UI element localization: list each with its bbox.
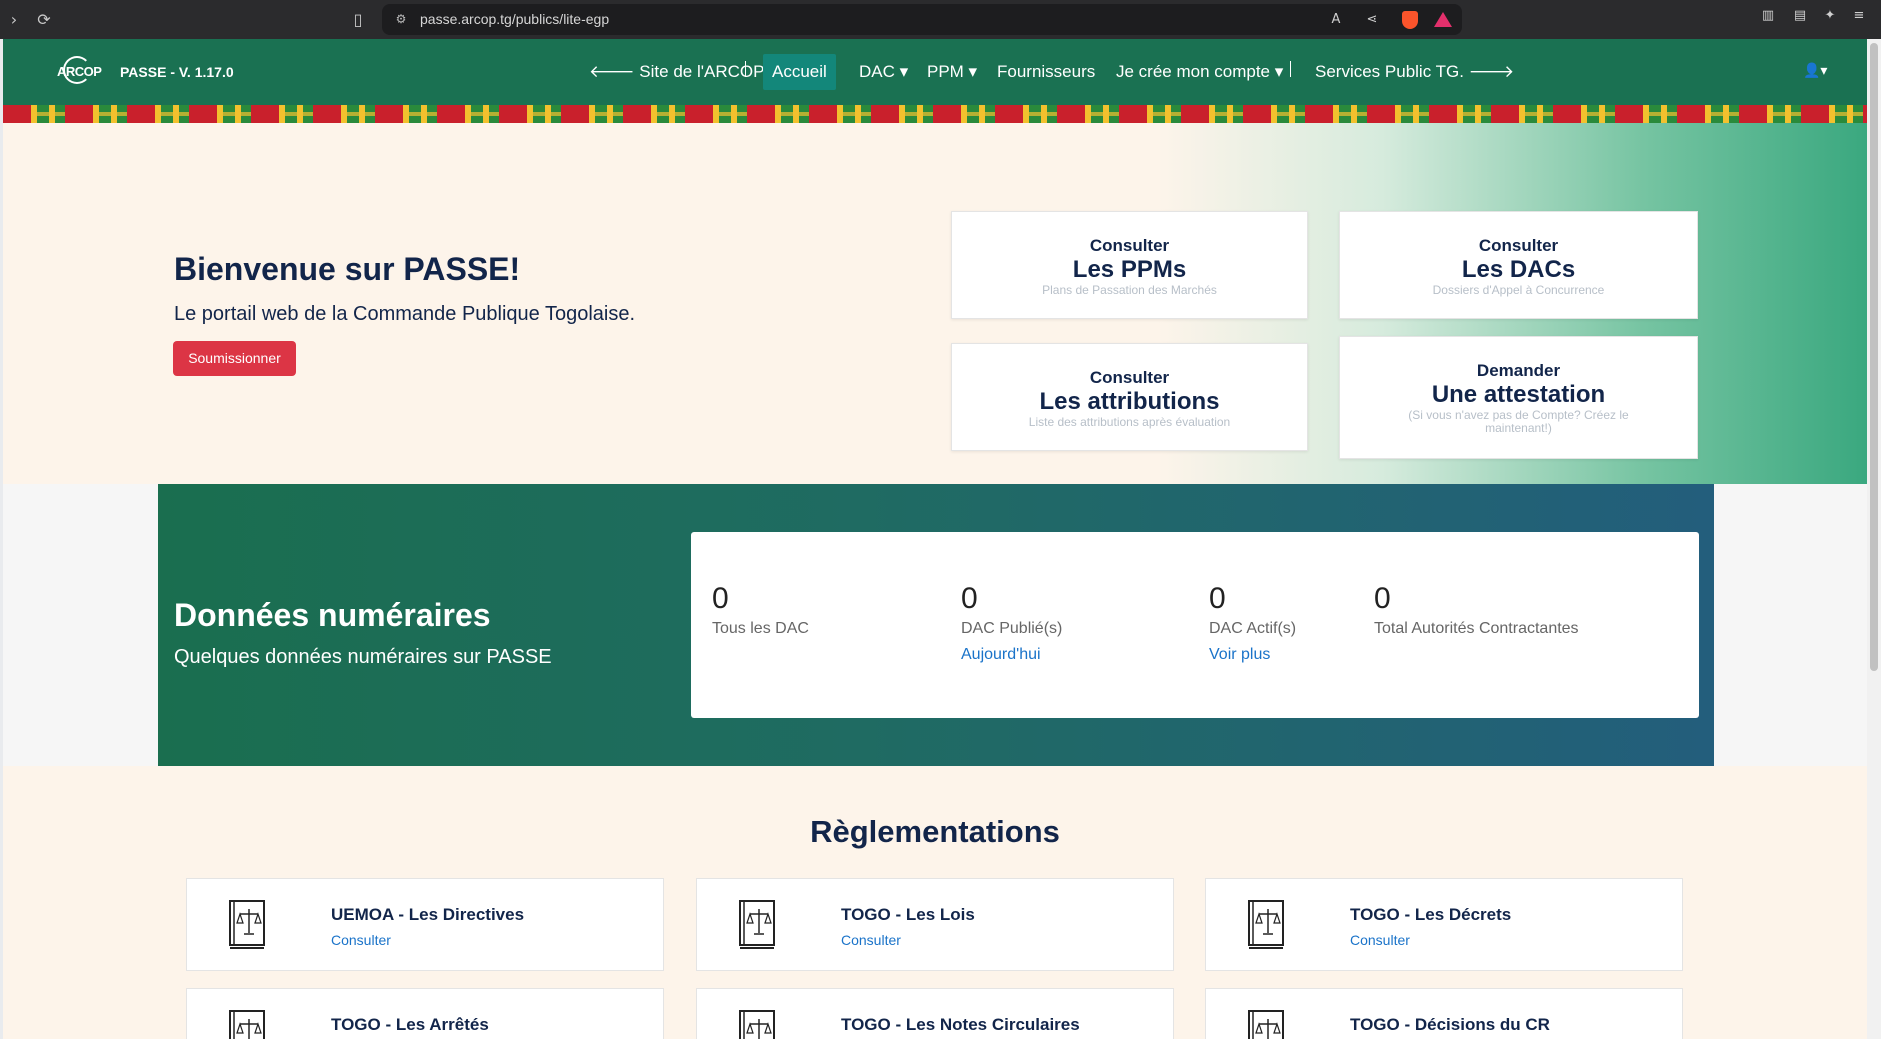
reg-title: TOGO - Les Lois — [841, 905, 975, 924]
stat-value: 0 — [1374, 582, 1391, 615]
brave-rewards-icon[interactable] — [1434, 12, 1452, 27]
url-text[interactable]: passe.arcop.tg/publics/lite-egp — [420, 4, 609, 35]
card-kicker: Consulter — [1089, 368, 1170, 387]
reg-card-togo-decrets[interactable]: TOGO - Les Décrets Consulter — [1205, 878, 1683, 971]
top-navbar: ARCOP PASSE - V. 1.17.0 🡐 Site de l'ARCO… — [3, 39, 1867, 105]
sidebar-icon[interactable]: ▥ — [1758, 6, 1778, 26]
nav-fournisseurs[interactable]: Fournisseurs — [997, 39, 1095, 105]
stat-label: DAC Publié(s) — [961, 620, 1063, 637]
card-description: Liste des attributions après évaluation — [1028, 415, 1231, 429]
card-description: (Si vous n'avez pas de Compte? Créez le … — [1408, 408, 1629, 435]
hero-section: Bienvenue sur PASSE! Le portail web de l… — [3, 123, 1867, 484]
card-kicker: Demander — [1476, 361, 1561, 380]
stats-section: Données numéraires Quelques données numé… — [158, 484, 1714, 766]
menu-icon[interactable]: ≡ — [1849, 6, 1869, 26]
nav-create-account-dropdown[interactable]: Je crée mon compte ▾ — [1116, 39, 1283, 105]
page-viewport: ARCOP PASSE - V. 1.17.0 🡐 Site de l'ARCO… — [3, 39, 1867, 1039]
stats-card: 0 Tous les DAC 0 DAC Publié(s) Aujourd'h… — [691, 532, 1699, 718]
user-menu-icon[interactable]: 👤▾ — [1803, 63, 1827, 79]
browser-toolbar: › ⟳ ▯ ⚙ passe.arcop.tg/publics/lite-egp … — [0, 0, 1881, 39]
law-book-icon — [229, 1010, 265, 1039]
law-book-icon — [1248, 900, 1284, 949]
card-attributions[interactable]: Consulter Les attributions Liste des att… — [951, 343, 1308, 451]
logo-text: ARCOP — [57, 64, 102, 79]
card-description: Plans de Passation des Marchés — [1042, 283, 1217, 297]
forward-icon[interactable]: › — [2, 8, 26, 32]
address-bar[interactable]: ⚙ passe.arcop.tg/publics/lite-egp A ⋖ — [382, 4, 1462, 35]
nav-divider — [745, 61, 746, 77]
reg-card-togo-arretes[interactable]: TOGO - Les Arrêtés — [186, 988, 664, 1039]
scrollbar-thumb[interactable] — [1870, 43, 1878, 671]
nav-ppm-dropdown[interactable]: PPM ▾ — [927, 39, 977, 105]
stat-all-dac: 0 Tous les DAC — [712, 582, 809, 638]
reg-consult-link[interactable]: Consulter — [331, 932, 391, 948]
app-version: PASSE - V. 1.17.0 — [120, 64, 234, 80]
card-kicker: Consulter — [1478, 236, 1559, 255]
nav-accueil[interactable]: Accueil — [763, 54, 836, 90]
reg-title: TOGO - Les Notes Circulaires — [841, 1015, 1080, 1034]
stat-label: Total Autorités Contractantes — [1374, 620, 1579, 637]
nav-dac-dropdown[interactable]: DAC ▾ — [859, 39, 908, 105]
nav-site-arcop[interactable]: 🡐 Site de l'ARCOP — [589, 39, 764, 105]
stat-dac-active: 0 DAC Actif(s) Voir plus — [1209, 582, 1296, 664]
stat-label: Tous les DAC — [712, 620, 809, 637]
stats-subtitle: Quelques données numéraires sur PASSE — [174, 646, 552, 668]
stat-dac-published: 0 DAC Publié(s) Aujourd'hui — [961, 582, 1062, 664]
card-attestation[interactable]: Demander Une attestation (Si vous n'avez… — [1339, 336, 1698, 459]
card-title: Les attributions — [1039, 388, 1220, 415]
translate-icon[interactable]: A — [1326, 10, 1346, 30]
card-kicker: Consulter — [1089, 236, 1170, 255]
wallet-icon[interactable]: ▤ — [1790, 6, 1810, 26]
reload-icon[interactable]: ⟳ — [32, 8, 56, 32]
card-title: Une attestation — [1431, 381, 1606, 408]
reg-card-togo-notes-circulaires[interactable]: TOGO - Les Notes Circulaires — [696, 988, 1174, 1039]
stat-value: 0 — [961, 582, 978, 615]
law-book-icon — [229, 900, 265, 949]
soumissionner-button[interactable]: Soumissionner — [173, 341, 296, 376]
reg-consult-link[interactable]: Consulter — [1350, 932, 1410, 948]
reg-consult-link[interactable]: Consulter — [841, 932, 901, 948]
stat-value: 0 — [712, 582, 729, 615]
stat-label: DAC Actif(s) — [1209, 620, 1297, 637]
site-settings-icon[interactable]: ⚙ — [392, 10, 410, 28]
stat-total-authorities: 0 Total Autorités Contractantes — [1374, 582, 1579, 638]
nav-services-public[interactable]: Services Public TG. 🡒 — [1315, 39, 1514, 105]
hero-subtitle: Le portail web de la Commande Publique T… — [174, 303, 636, 325]
card-title: Les PPMs — [1072, 256, 1187, 283]
reg-title: TOGO - Les Décrets — [1350, 905, 1512, 924]
card-ppms[interactable]: Consulter Les PPMs Plans de Passation de… — [951, 211, 1308, 319]
reg-card-togo-lois[interactable]: TOGO - Les Lois Consulter — [696, 878, 1174, 971]
regulations-title: Règlementations — [810, 814, 1060, 849]
kente-pattern-strip — [3, 105, 1867, 123]
reg-title: UEMOA - Les Directives — [331, 905, 525, 924]
card-dacs[interactable]: Consulter Les DACs Dossiers d'Appel à Co… — [1339, 211, 1698, 319]
reg-card-togo-decisions-cr[interactable]: TOGO - Décisions du CR — [1205, 988, 1683, 1039]
law-book-icon — [739, 900, 775, 949]
bookmark-icon[interactable]: ▯ — [346, 8, 370, 32]
page-scrollbar[interactable] — [1867, 39, 1881, 1039]
hero-title: Bienvenue sur PASSE! — [174, 251, 521, 287]
brave-shields-icon[interactable] — [1402, 11, 1418, 29]
stat-link-today[interactable]: Aujourd'hui — [961, 646, 1062, 664]
stat-link-see-more[interactable]: Voir plus — [1209, 646, 1296, 664]
leo-ai-icon[interactable]: ✦ — [1820, 6, 1840, 26]
card-title: Les DACs — [1461, 256, 1576, 283]
stat-value: 0 — [1209, 582, 1226, 615]
stats-title: Données numéraires — [174, 597, 491, 633]
nav-divider — [1290, 61, 1291, 77]
reg-title: TOGO - Décisions du CR — [1350, 1015, 1550, 1034]
law-book-icon — [1248, 1010, 1284, 1039]
arcop-logo[interactable]: ARCOP — [53, 56, 102, 88]
reg-title: TOGO - Les Arrêtés — [331, 1015, 489, 1034]
card-description: Dossiers d'Appel à Concurrence — [1432, 283, 1605, 297]
reg-card-uemoa-directives[interactable]: UEMOA - Les Directives Consulter — [186, 878, 664, 971]
law-book-icon — [739, 1010, 775, 1039]
share-icon[interactable]: ⋖ — [1362, 10, 1382, 30]
